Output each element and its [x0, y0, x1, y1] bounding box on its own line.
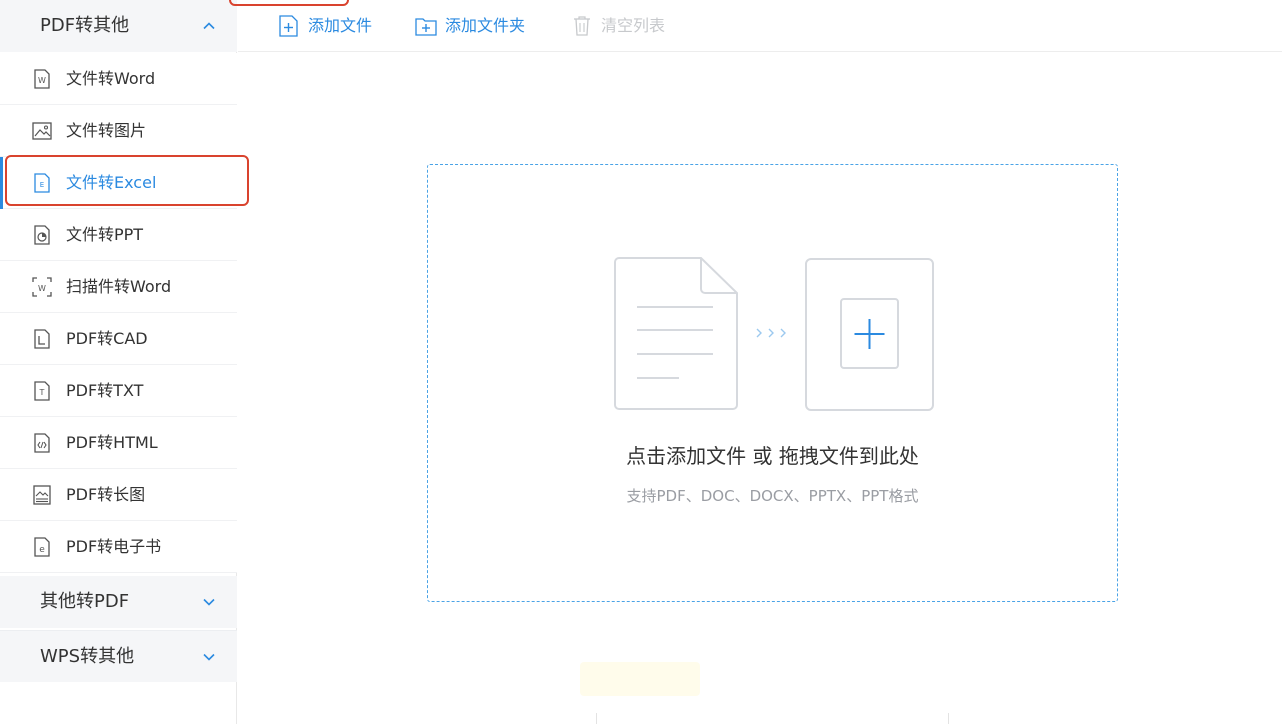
steps-bar — [238, 708, 1282, 724]
sidebar-item-pdf-to-html[interactable]: PDF转HTML — [0, 417, 237, 469]
svg-text:T: T — [39, 388, 45, 397]
drop-zone-title: 点击添加文件 或 拖拽文件到此处 — [626, 444, 919, 468]
sidebar-item-file-to-image[interactable]: 文件转图片 — [0, 105, 237, 157]
chevron-down-icon — [203, 598, 215, 606]
add-folder-label: 添加文件夹 — [445, 16, 526, 35]
cad-file-icon — [34, 329, 50, 349]
svg-text:W: W — [38, 76, 46, 85]
group-label: PDF转其他 — [40, 15, 130, 36]
svg-text:e: e — [39, 545, 45, 555]
group-pdf-to-other[interactable]: PDF转其他 — [0, 0, 237, 52]
txt-file-icon: T — [34, 381, 50, 401]
sidebar-item-label: PDF转CAD — [66, 329, 148, 348]
ppt-file-icon — [34, 225, 50, 245]
sidebar-item-label: PDF转HTML — [66, 433, 158, 452]
word-file-icon: W — [34, 69, 50, 89]
step-divider — [596, 713, 597, 724]
start-convert-button[interactable] — [580, 662, 700, 696]
sidebar-item-pdf-to-txt[interactable]: T PDF转TXT — [0, 365, 237, 417]
sidebar-item-label: 扫描件转Word — [66, 277, 172, 296]
sidebar-item-label: PDF转电子书 — [66, 537, 162, 556]
sidebar-item-pdf-to-long-image[interactable]: PDF转长图 — [0, 469, 237, 521]
add-folder-button[interactable]: 添加文件夹 — [415, 0, 535, 52]
long-image-icon — [33, 485, 51, 505]
group-label: WPS转其他 — [40, 646, 135, 667]
sidebar-item-label: PDF转TXT — [66, 381, 144, 400]
chevron-up-icon — [203, 22, 215, 30]
add-folder-icon — [415, 18, 437, 36]
sidebar-item-scan-to-word[interactable]: W 扫描件转Word — [0, 261, 237, 313]
drop-zone-subtitle: 支持PDF、DOC、DOCX、PPTX、PPT格式 — [626, 487, 919, 505]
sidebar-item-pdf-to-cad[interactable]: PDF转CAD — [0, 313, 237, 365]
sidebar-item-label: 文件转图片 — [66, 121, 147, 140]
sidebar-item-label: 文件转Word — [66, 69, 156, 88]
sidebar-item-label: PDF转长图 — [66, 485, 146, 504]
group-wps-to-other[interactable]: WPS转其他 — [0, 630, 237, 682]
image-icon — [32, 122, 52, 140]
annotation-highlight-box — [5, 155, 249, 206]
file-drop-zone[interactable]: 点击添加文件 或 拖拽文件到此处 支持PDF、DOC、DOCX、PPTX、PPT… — [427, 164, 1118, 602]
add-file-illustration-icon — [614, 257, 934, 411]
chevron-down-icon — [203, 653, 215, 661]
svg-text:W: W — [38, 284, 46, 293]
add-file-button[interactable]: 添加文件 — [278, 0, 378, 52]
toolbar: 添加文件 添加文件夹 清空列表 — [238, 0, 1282, 52]
scan-word-icon: W — [32, 277, 52, 297]
sidebar-item-file-to-ppt[interactable]: 文件转PPT — [0, 209, 237, 261]
add-file-icon — [279, 15, 298, 37]
clear-list-button[interactable]: 清空列表 — [571, 0, 671, 52]
group-label: 其他转PDF — [40, 591, 130, 612]
html-file-icon — [34, 433, 50, 453]
add-file-label: 添加文件 — [308, 16, 373, 35]
step-divider — [948, 713, 949, 724]
clear-list-label: 清空列表 — [601, 16, 666, 35]
sidebar-item-file-to-word[interactable]: W 文件转Word — [0, 53, 237, 105]
trash-icon — [574, 16, 590, 36]
active-indicator — [0, 157, 3, 209]
sidebar-item-label: 文件转PPT — [66, 225, 144, 244]
ebook-file-icon: e — [34, 537, 50, 557]
sidebar: PDF转其他 W 文件转Word 文件转图片 E 文件转Excel 文件转PPT… — [0, 0, 237, 724]
group-other-to-pdf[interactable]: 其他转PDF — [0, 576, 237, 628]
sidebar-item-pdf-to-ebook[interactable]: e PDF转电子书 — [0, 521, 237, 573]
